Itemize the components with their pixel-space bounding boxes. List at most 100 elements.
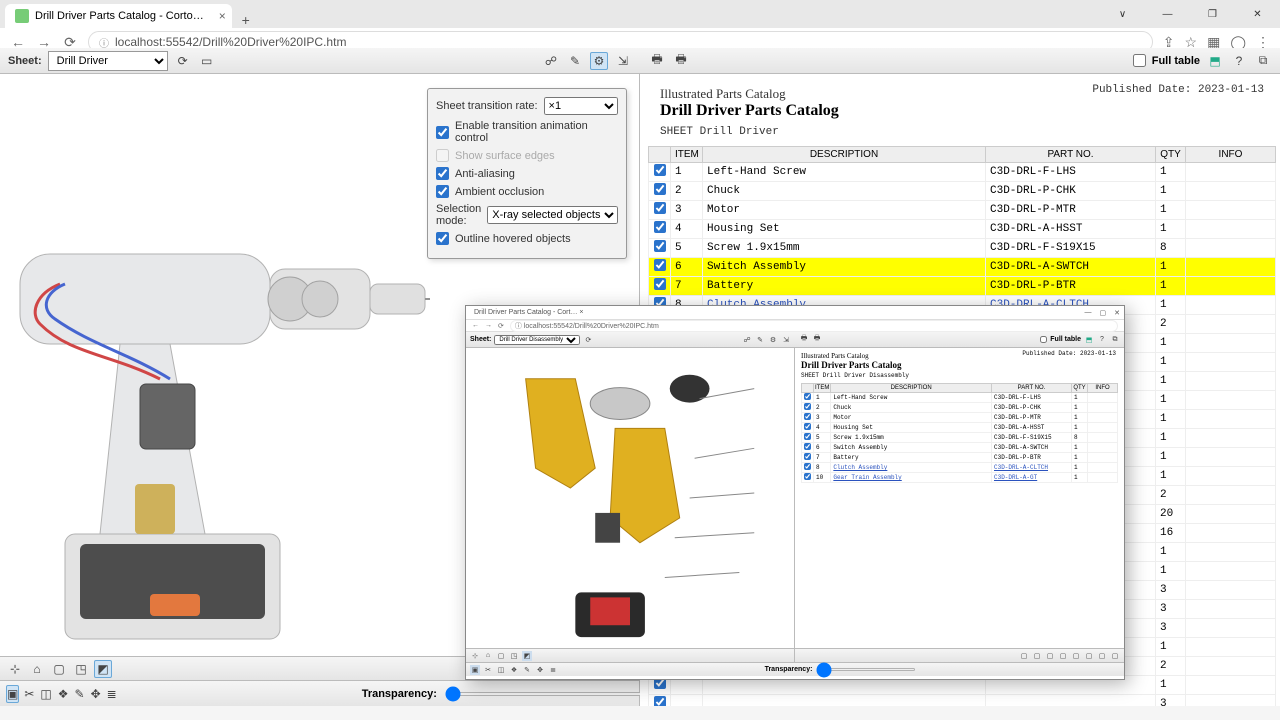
floating-window[interactable]: Drill Driver Parts Catalog - Cort… × — ▢… — [465, 305, 1125, 680]
fw-reload-icon[interactable]: ⟳ — [498, 322, 504, 330]
fw-min-icon[interactable]: — — [1085, 309, 1092, 317]
fw-back-icon[interactable]: ← — [472, 322, 479, 329]
refresh-icon[interactable]: ⟳ — [174, 52, 192, 70]
row-checkbox[interactable] — [654, 278, 666, 290]
row-checkbox[interactable] — [804, 423, 811, 430]
outline-hover-checkbox[interactable] — [436, 232, 449, 245]
expand-icon[interactable]: ⇲ — [614, 52, 632, 70]
capture-icon[interactable]: ▭ — [198, 52, 216, 70]
fw-r8-icon[interactable]: ▢ — [1110, 651, 1120, 661]
fw-refresh-icon[interactable]: ⟳ — [583, 335, 593, 345]
row-checkbox[interactable] — [654, 202, 666, 214]
cell-part[interactable]: C3D-DRL-A-CLTCH — [992, 463, 1072, 473]
table-row[interactable]: 2ChuckC3D-DRL-P-CHK1 — [649, 182, 1276, 201]
table-row[interactable]: 6Switch AssemblyC3D-DRL-A-SWTCH1 — [802, 443, 1118, 453]
sheet-select[interactable]: Drill Driver — [48, 51, 168, 71]
table-row[interactable]: 4Housing SetC3D-DRL-A-HSST1 — [802, 423, 1118, 433]
layer-icon[interactable]: ≣ — [106, 685, 118, 703]
settings-icon[interactable]: ⚙ — [590, 52, 608, 70]
fw-tool-a-icon[interactable]: ☍ — [742, 335, 752, 345]
window-close-icon[interactable]: ✕ — [1235, 0, 1280, 28]
fw-sheet-select[interactable]: Drill Driver Disassembly — [494, 335, 580, 345]
fw-help-icon[interactable]: ? — [1097, 335, 1107, 345]
row-checkbox[interactable] — [804, 403, 811, 410]
row-checkbox[interactable] — [654, 221, 666, 233]
paint-icon[interactable]: ✎ — [74, 685, 86, 703]
fw-transparency-slider[interactable] — [816, 668, 916, 671]
explode-icon[interactable]: ❖ — [57, 685, 70, 703]
home-icon[interactable]: ⌂ — [28, 660, 46, 678]
cell-part[interactable]: C3D-DRL-A-GT — [992, 473, 1072, 483]
row-checkbox[interactable] — [804, 413, 811, 420]
fw-home-icon[interactable]: ⌂ — [483, 651, 493, 661]
row-checkbox[interactable] — [654, 696, 666, 706]
fw-r3-icon[interactable]: ▢ — [1045, 651, 1055, 661]
fw-section-icon[interactable]: ◫ — [496, 665, 506, 675]
measure-icon[interactable]: ✂ — [23, 685, 35, 703]
move-icon[interactable]: ✥ — [90, 685, 102, 703]
table-row[interactable]: 10Gear Train AssemblyC3D-DRL-A-GT1 — [802, 473, 1118, 483]
window-maximize-icon[interactable]: ❐ — [1190, 0, 1235, 28]
row-checkbox[interactable] — [654, 240, 666, 252]
window-minimize-icon[interactable]: — — [1145, 0, 1190, 28]
frame-icon[interactable]: ▢ — [50, 660, 68, 678]
fw-ortho-icon[interactable]: ◳ — [509, 651, 519, 661]
transition-rate-select[interactable]: ×1 — [544, 97, 618, 115]
ortho-icon[interactable]: ◳ — [72, 660, 90, 678]
fw-r6-icon[interactable]: ▢ — [1084, 651, 1094, 661]
row-checkbox[interactable] — [804, 393, 811, 400]
table-row[interactable]: 3 — [649, 695, 1276, 707]
fw-expand-icon[interactable]: ⇲ — [781, 335, 791, 345]
axis-icon[interactable]: ⊹ — [6, 660, 24, 678]
fw-print2-icon[interactable]: 🖶 — [812, 335, 822, 345]
table-row[interactable]: 5Screw 1.9x15mmC3D-DRL-F-S19X158 — [802, 433, 1118, 443]
fw-fulltable-checkbox[interactable] — [1040, 336, 1047, 343]
fw-layer-icon[interactable]: ≣ — [548, 665, 558, 675]
fw-cube-icon[interactable]: ◩ — [522, 651, 532, 661]
table-row[interactable]: 1Left-Hand ScrewC3D-DRL-F-LHS1 — [802, 393, 1118, 403]
window-dropdown-icon[interactable]: ∨ — [1100, 0, 1145, 28]
table-row[interactable]: 8Clutch AssemblyC3D-DRL-A-CLTCH1 — [802, 463, 1118, 473]
fw-close-icon[interactable]: ✕ — [1114, 309, 1120, 317]
popout-icon[interactable]: ⧉ — [1254, 52, 1272, 70]
fw-r5-icon[interactable]: ▢ — [1071, 651, 1081, 661]
fw-explode-icon[interactable]: ❖ — [509, 665, 519, 675]
cell-desc[interactable]: Clutch Assembly — [831, 463, 992, 473]
table-row[interactable]: 3MotorC3D-DRL-P-MTR1 — [802, 413, 1118, 423]
fw-max-icon[interactable]: ▢ — [1100, 309, 1107, 317]
print-preview-icon[interactable]: 🖶 — [672, 52, 690, 70]
fw-r7-icon[interactable]: ▢ — [1097, 651, 1107, 661]
tool-a-icon[interactable]: ☍ — [542, 52, 560, 70]
table-row[interactable]: 1Left-Hand ScrewC3D-DRL-F-LHS1 — [649, 163, 1276, 182]
ambient-checkbox[interactable] — [436, 185, 449, 198]
row-checkbox[interactable] — [654, 259, 666, 271]
selection-mode-select[interactable]: X-ray selected objects — [487, 206, 618, 224]
tool-b-icon[interactable]: ✎ — [566, 52, 584, 70]
fw-tool-b-icon[interactable]: ✎ — [755, 335, 765, 345]
row-checkbox[interactable] — [804, 463, 811, 470]
row-checkbox[interactable] — [654, 183, 666, 195]
row-checkbox[interactable] — [654, 164, 666, 176]
fw-tab[interactable]: Drill Driver Parts Catalog - Cort… × — [470, 308, 594, 317]
select-icon[interactable]: ▣ — [6, 685, 19, 703]
fw-paint-icon[interactable]: ✎ — [522, 665, 532, 675]
cube-icon[interactable]: ◩ — [94, 660, 112, 678]
print-icon[interactable]: 🖶 — [648, 52, 666, 70]
fw-r4-icon[interactable]: ▢ — [1058, 651, 1068, 661]
new-tab-button[interactable]: + — [232, 12, 260, 28]
fw-print-icon[interactable]: 🖶 — [799, 335, 809, 345]
fw-settings-icon[interactable]: ⚙ — [768, 335, 778, 345]
table-row[interactable]: 4Housing SetC3D-DRL-A-HSST1 — [649, 220, 1276, 239]
enable-anim-checkbox[interactable] — [436, 126, 449, 139]
fw-frame-icon[interactable]: ▢ — [496, 651, 506, 661]
fw-r1-icon[interactable]: ▢ — [1019, 651, 1029, 661]
table-row[interactable]: 5Screw 1.9x15mmC3D-DRL-F-S19X158 — [649, 239, 1276, 258]
fw-measure-icon[interactable]: ✂ — [483, 665, 493, 675]
fw-popout-icon[interactable]: ⧉ — [1110, 335, 1120, 345]
fw-r2-icon[interactable]: ▢ — [1032, 651, 1042, 661]
fw-axis-icon[interactable]: ⊹ — [470, 651, 480, 661]
close-tab-icon[interactable]: × — [219, 9, 226, 23]
fw-fwd-icon[interactable]: → — [485, 322, 492, 329]
help-icon[interactable]: ? — [1230, 52, 1248, 70]
section-icon[interactable]: ◫ — [39, 685, 52, 703]
